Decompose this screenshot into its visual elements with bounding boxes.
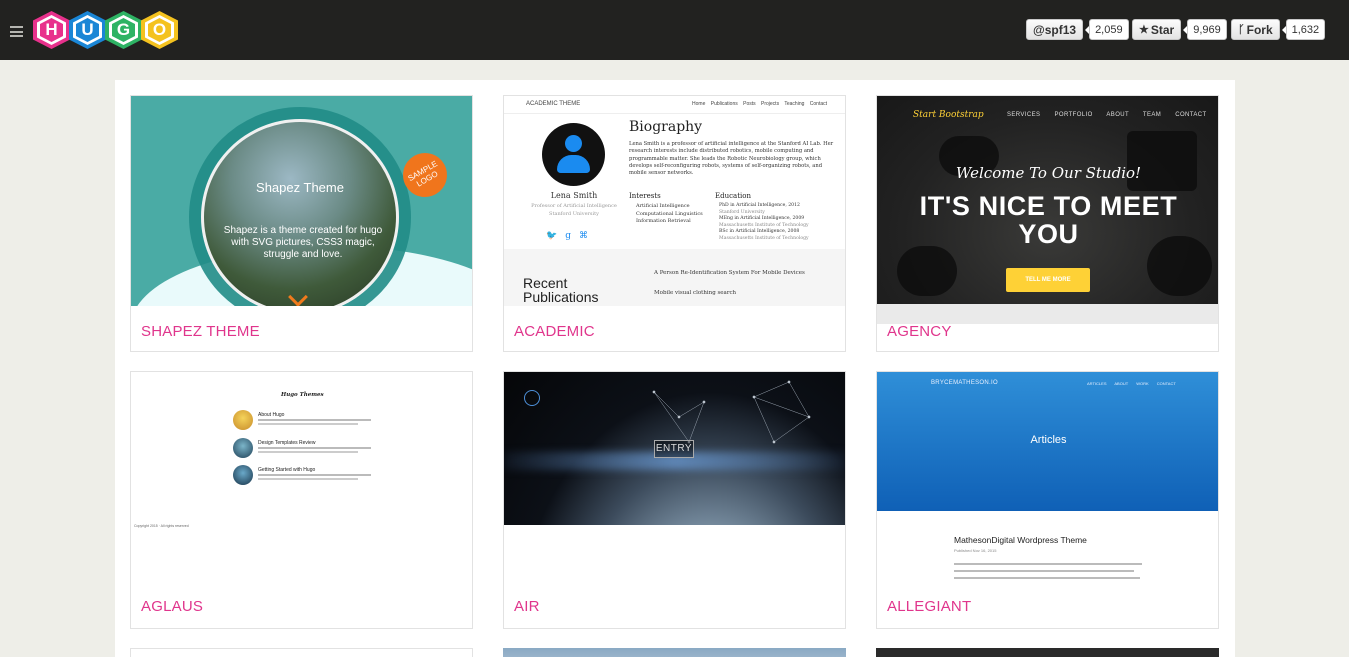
hugo-logo[interactable]: HUGO — [33, 11, 178, 49]
air-logo-icon — [524, 390, 540, 406]
tell-me-more-button: TELL ME MORE — [1006, 268, 1090, 292]
theme-title[interactable]: SHAPEZ THEME — [141, 323, 260, 340]
theme-card-partial[interactable] — [503, 648, 846, 657]
theme-title[interactable]: AGLAUS — [141, 598, 203, 615]
star-count[interactable]: 9,969 — [1183, 19, 1227, 40]
follower-count[interactable]: 2,059 — [1085, 19, 1129, 40]
fork-button[interactable]: ᚴ Fork — [1231, 19, 1280, 40]
theme-thumbnail: Hugo Themes About Hugo Design Templates … — [131, 372, 472, 582]
theme-title[interactable]: AIR — [514, 598, 540, 615]
theme-card-allegiant[interactable]: BRYCEMATHESON.IO ARTICLES ABOUT WORK CON… — [876, 371, 1219, 629]
fork-label: Fork — [1246, 22, 1273, 37]
star-icon: ★ — [1139, 24, 1149, 36]
fork-icon: ᚴ — [1238, 23, 1245, 36]
social-icons: 🐦g⌘ — [546, 231, 596, 241]
avatar — [542, 123, 605, 186]
logo-hex: G — [105, 11, 142, 49]
logo-hex: O — [141, 11, 178, 49]
top-bar: HUGO @spf13 2,059 ★ Star 9,969 ᚴ Fork 1,… — [0, 0, 1349, 60]
star-button[interactable]: ★ Star — [1132, 19, 1182, 40]
theme-card-partial[interactable] — [130, 648, 473, 657]
theme-card-shapez[interactable]: Shapez Theme Shapez is a theme created f… — [130, 95, 473, 352]
fork-widget: ᚴ Fork 1,632 — [1231, 19, 1326, 40]
fork-count[interactable]: 1,632 — [1281, 19, 1326, 40]
theme-thumbnail: ACADEMIC THEME Home Publications Posts P… — [504, 96, 845, 306]
theme-card-air[interactable]: ENTRY AIR — [503, 371, 846, 629]
follow-widget: @spf13 2,059 — [1026, 19, 1129, 40]
entry-label: ENTRY — [654, 440, 694, 458]
hero-circle-image: Shapez Theme Shapez is a theme created f… — [201, 119, 399, 306]
theme-title[interactable]: AGENCY — [887, 323, 952, 340]
theme-thumbnail: Start Bootstrap SERVICES PORTFOLIO ABOUT… — [877, 96, 1218, 324]
follow-button[interactable]: @spf13 — [1026, 19, 1084, 40]
hamburger-icon[interactable] — [10, 26, 23, 37]
sample-logo-badge: SAMPLE LOGO — [394, 144, 456, 206]
theme-thumbnail: ENTRY — [504, 372, 845, 582]
themes-panel: Shapez Theme Shapez is a theme created f… — [115, 80, 1235, 657]
theme-card-partial[interactable] — [876, 648, 1219, 657]
star-label: Star — [1150, 22, 1175, 37]
star-widget: ★ Star 9,969 — [1132, 19, 1227, 40]
logo-hex: U — [69, 11, 106, 49]
theme-card-academic[interactable]: ACADEMIC THEME Home Publications Posts P… — [503, 95, 846, 352]
logo-hex: H — [33, 11, 70, 49]
theme-title[interactable]: ACADEMIC — [514, 323, 595, 340]
theme-thumbnail: BRYCEMATHESON.IO ARTICLES ABOUT WORK CON… — [877, 372, 1218, 584]
theme-thumbnail: Shapez Theme Shapez is a theme created f… — [131, 96, 472, 306]
theme-title[interactable]: ALLEGIANT — [887, 598, 971, 615]
theme-card-agency[interactable]: Start Bootstrap SERVICES PORTFOLIO ABOUT… — [876, 95, 1219, 352]
theme-card-aglaus[interactable]: Hugo Themes About Hugo Design Templates … — [130, 371, 473, 629]
